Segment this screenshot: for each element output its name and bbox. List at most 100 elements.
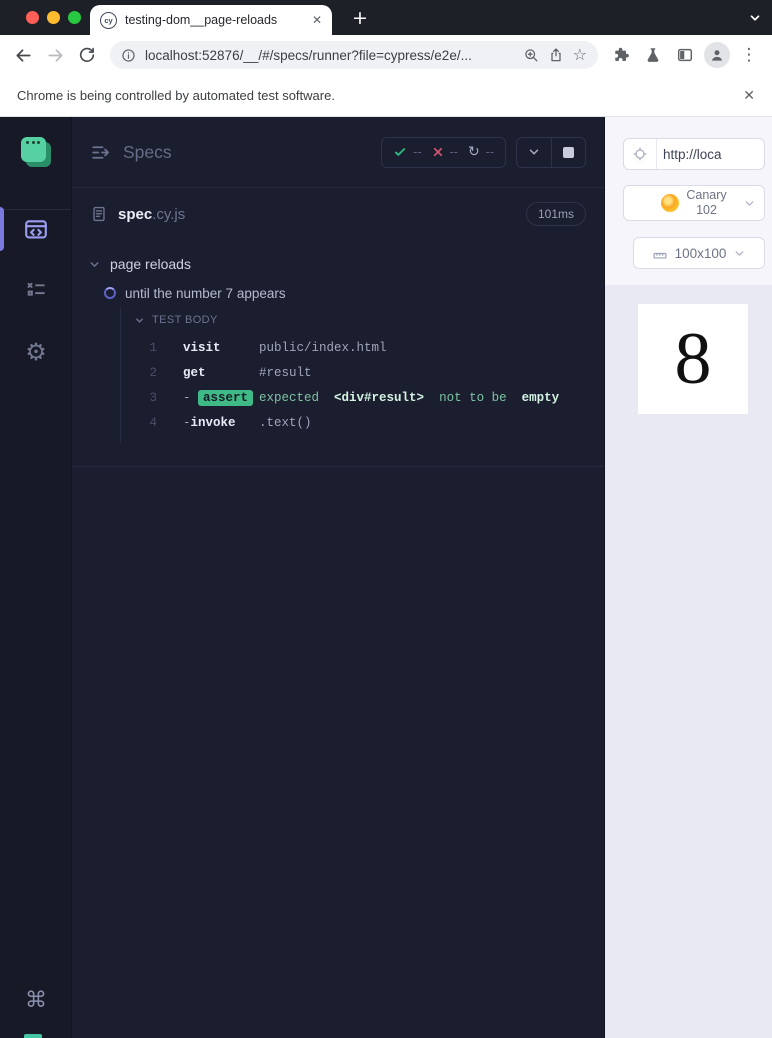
tab-title: testing-dom__page-reloads: [125, 13, 278, 27]
test-title: until the number 7 appears: [125, 285, 286, 301]
failed-x-icon: [432, 146, 444, 158]
collapse-specs-list-icon[interactable]: [90, 142, 111, 163]
new-tab-button[interactable]: +: [350, 8, 370, 28]
browser-chevron-icon: [743, 197, 756, 210]
run-options-chevron[interactable]: [517, 138, 551, 167]
close-window-button[interactable]: [26, 11, 39, 24]
traffic-lights: [26, 11, 81, 24]
test-body-section[interactable]: TEST BODY: [121, 308, 604, 332]
cypress-logo[interactable]: [21, 137, 51, 167]
result-number: 8: [674, 317, 712, 400]
stop-icon: [563, 146, 574, 158]
browser-toolbar: localhost:52876/__/#/specs/runner?file=c…: [0, 35, 772, 75]
minimize-window-button[interactable]: [47, 11, 60, 24]
forward-button[interactable]: [42, 42, 68, 68]
spec-end-divider: [72, 466, 604, 467]
keyboard-shortcuts-button[interactable]: ⌘: [0, 977, 72, 1025]
pending-refresh-icon: ↻: [467, 144, 480, 160]
back-button[interactable]: [10, 42, 36, 68]
zoom-page-icon[interactable]: [523, 47, 539, 63]
specs-window-code-icon: [22, 215, 50, 243]
command-name: -invoke: [183, 415, 236, 430]
reporter-title: Specs: [123, 141, 172, 162]
aut-url-bar[interactable]: http://loca: [623, 138, 765, 170]
aut-stage: 8: [605, 285, 772, 1038]
viewport-chevron-icon: [733, 247, 746, 260]
suite-row[interactable]: page reloads: [88, 250, 604, 278]
passed-check-icon: [393, 145, 407, 159]
sidebar-item-specs[interactable]: [0, 205, 72, 253]
main-content: ⚙ ⌘ Specs -- -- ↻ -- spec .cy.js 101ms p…: [0, 117, 772, 1038]
infobar-close-icon[interactable]: ✕: [743, 89, 755, 103]
bottom-accent-sliver: [24, 1034, 42, 1038]
passed-count: --: [413, 145, 422, 159]
bookmark-star-icon[interactable]: ☆: [573, 47, 587, 63]
suite-chevron-icon: [90, 261, 99, 267]
browser-tab[interactable]: cy testing-dom__page-reloads ✕: [90, 5, 332, 35]
zoom-window-button[interactable]: [68, 11, 81, 24]
command-row-visit[interactable]: 1 visit public/index.html: [121, 335, 604, 360]
infobar-message: Chrome is being controlled by automated …: [17, 88, 335, 103]
stop-button[interactable]: [551, 137, 585, 167]
section-chevron-icon: [136, 317, 143, 323]
browser-selector[interactable]: Canary 102: [623, 185, 765, 221]
command-number: 1: [149, 340, 157, 355]
sidebar-item-settings[interactable]: ⚙: [0, 328, 72, 376]
spec-duration-badge: 101ms: [525, 202, 586, 226]
spec-name: spec: [118, 205, 153, 223]
cypress-favicon-icon: cy: [100, 11, 117, 29]
command-row-invoke[interactable]: 4 -invoke .text(): [121, 410, 604, 435]
selector-playground-icon[interactable]: [624, 139, 657, 169]
command-arg: public/index.html: [259, 340, 387, 355]
test-content: TEST BODY 1 visit public/index.html 2 ge…: [120, 308, 604, 443]
command-name: visit: [183, 340, 221, 355]
browser-menu-icon[interactable]: ⋮: [736, 42, 762, 68]
command-row-assert[interactable]: 3 - assert expected <div#result> not to …: [121, 385, 604, 410]
command-log: 1 visit public/index.html 2 get #result …: [121, 332, 604, 435]
spec-extension: .cy.js: [152, 205, 186, 223]
tab-list-chevron-icon[interactable]: [748, 11, 762, 25]
flask-icon[interactable]: [640, 42, 666, 68]
aut-controls: http://loca Canary 102 100x100: [605, 117, 772, 285]
command-number: 4: [149, 415, 157, 430]
test-row[interactable]: until the number 7 appears: [104, 278, 604, 308]
assert-badge: assert: [198, 389, 254, 406]
aut-panel: http://loca Canary 102 100x100 8: [605, 117, 772, 1038]
aut-url-value[interactable]: http://loca: [657, 147, 764, 162]
assert-message: expected <div#result> not to be empty: [259, 390, 560, 405]
profile-avatar[interactable]: [704, 42, 730, 68]
share-icon[interactable]: [548, 47, 564, 63]
test-running-spinner-icon: [104, 287, 116, 299]
address-bar[interactable]: localhost:52876/__/#/specs/runner?file=c…: [110, 41, 598, 69]
url-text[interactable]: localhost:52876/__/#/specs/runner?file=c…: [145, 48, 514, 63]
command-arg: #result: [259, 365, 312, 380]
spec-file-icon: [90, 205, 108, 223]
tab-close-icon[interactable]: ✕: [312, 14, 322, 26]
viewport-label: 100x100: [674, 245, 727, 261]
extensions-puzzle-icon[interactable]: [608, 42, 634, 68]
site-info-icon[interactable]: [121, 48, 136, 63]
command-number: 2: [149, 365, 157, 380]
command-name: - assert: [183, 389, 259, 406]
test-list-icon: [23, 277, 49, 303]
cypress-sidebar: ⚙ ⌘: [0, 117, 72, 1038]
aut-iframe: 8: [638, 304, 748, 414]
failed-count: --: [449, 145, 458, 159]
spec-file-row[interactable]: spec .cy.js 101ms: [72, 188, 604, 240]
command-number: 3: [149, 390, 157, 405]
side-panel-icon[interactable]: [672, 42, 698, 68]
tab-strip: cy testing-dom__page-reloads ✕ +: [0, 0, 772, 35]
browser-label: Canary 102: [686, 188, 727, 217]
command-arg: .text(): [259, 415, 312, 430]
suite-title: page reloads: [110, 256, 191, 272]
run-controls: [516, 136, 586, 168]
command-row-get[interactable]: 2 get #result: [121, 360, 604, 385]
cypress-reporter: Specs -- -- ↻ -- spec .cy.js 101ms page …: [72, 117, 605, 1038]
command-name: get: [183, 365, 206, 380]
refresh-button[interactable]: [74, 42, 100, 68]
sidebar-item-runs[interactable]: [0, 266, 72, 314]
viewport-selector[interactable]: 100x100: [633, 237, 765, 269]
command-key-icon: ⌘: [25, 988, 47, 1013]
test-stats: -- -- ↻ --: [381, 136, 506, 168]
ruler-icon: [652, 245, 668, 261]
